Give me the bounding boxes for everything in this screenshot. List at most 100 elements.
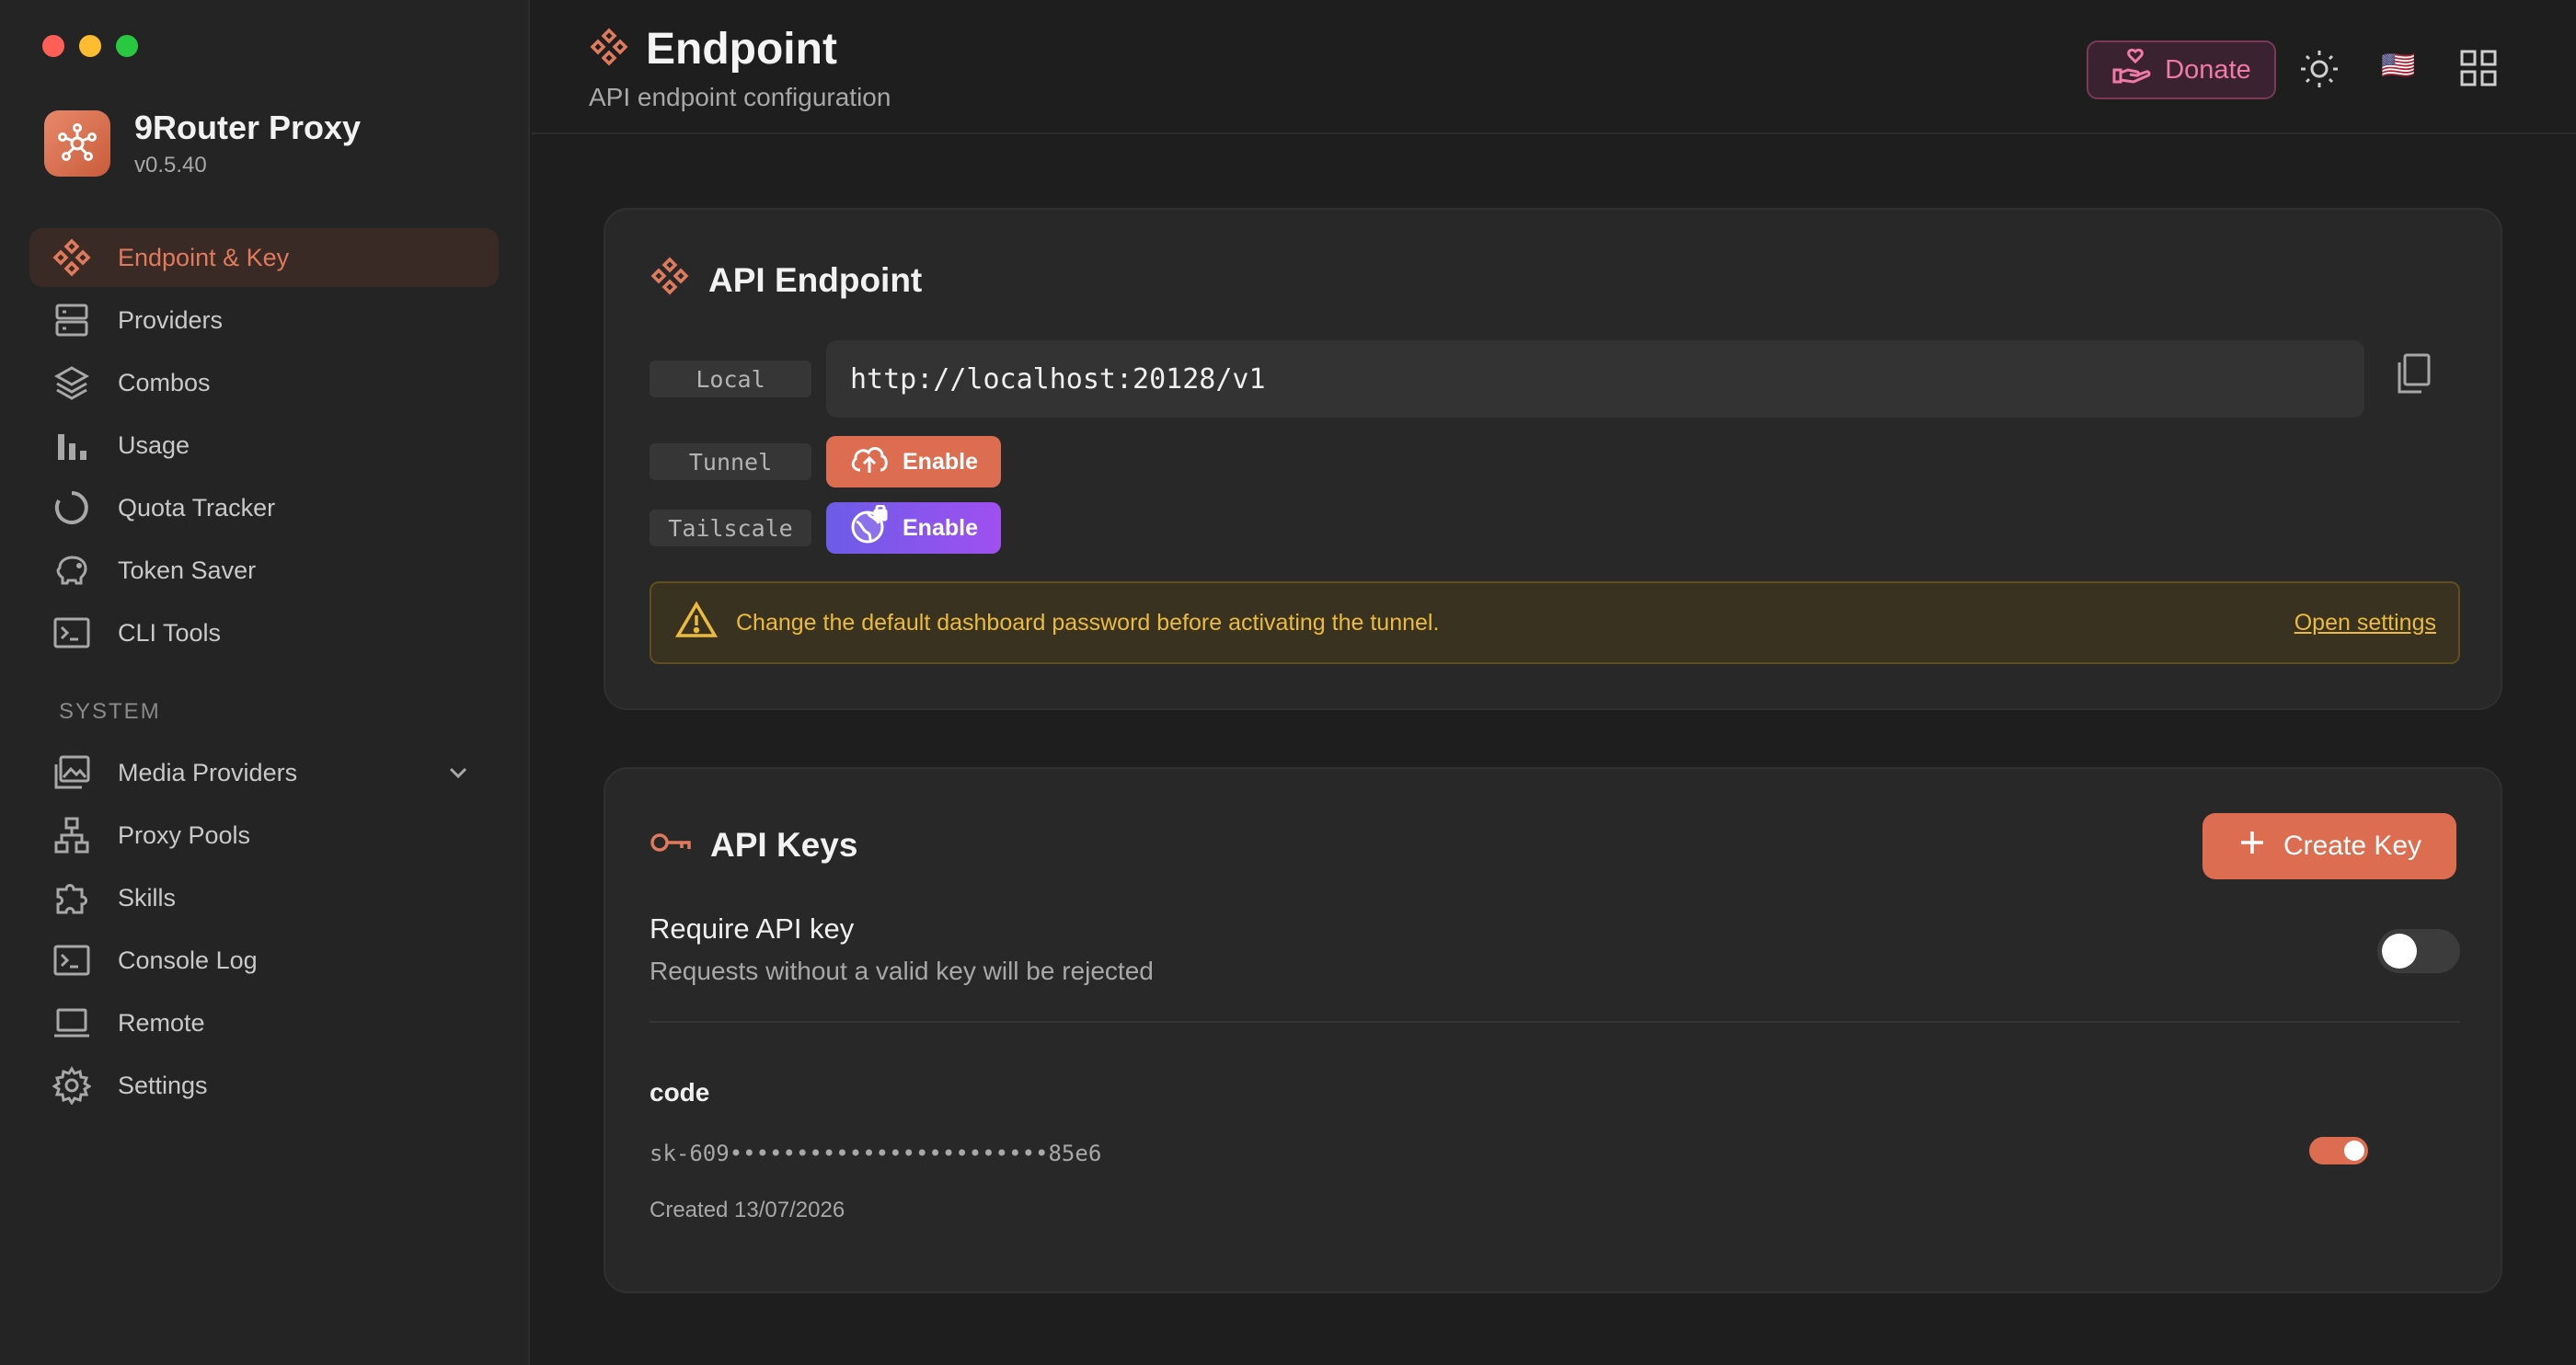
sidebar-item-label: Remote [118, 1008, 205, 1037]
endpoint-icon [650, 256, 690, 304]
sidebar-item-label: Usage [118, 430, 190, 459]
copy-icon [2394, 353, 2434, 401]
app-name: 9Router Proxy [134, 109, 362, 146]
sidebar-item-usage[interactable]: Usage [29, 416, 499, 475]
minimize-window-button[interactable] [79, 35, 101, 57]
tailscale-enable-button[interactable]: Enable [826, 502, 1001, 554]
page-subtitle: API endpoint configuration [589, 83, 891, 111]
sidebar-item-token-saver[interactable]: Token Saver [29, 541, 499, 600]
layers-icon [52, 362, 92, 403]
terminal-icon [52, 613, 92, 653]
terminal-icon [52, 940, 92, 981]
plus-icon [2237, 828, 2267, 865]
main-nav: Endpoint & Key Providers Combos Usage Qu… [29, 228, 499, 666]
divider [650, 1021, 2460, 1023]
api-endpoint-card: API Endpoint Local http://localhost:2012… [604, 208, 2502, 710]
chevron-down-icon[interactable] [445, 760, 471, 792]
create-key-label: Create Key [2283, 831, 2422, 861]
window-controls [42, 35, 138, 57]
local-url-field[interactable]: http://localhost:20128/v1 [826, 340, 2364, 418]
globe-lock-icon [849, 503, 890, 552]
sidebar-item-label: Combos [118, 368, 211, 396]
api-keys-card: API Keys Create Key Require API key Requ… [604, 767, 2502, 1293]
grid-icon [2458, 48, 2499, 93]
sidebar-item-providers[interactable]: Providers [29, 291, 499, 350]
page-header: Endpoint API endpoint configuration Dona… [532, 0, 2576, 134]
endpoint-icon [589, 27, 629, 72]
sun-icon [2298, 48, 2340, 95]
brand: 9Router Proxy v0.5.40 [44, 109, 361, 178]
sidebar-item-media-providers[interactable]: Media Providers [29, 743, 499, 802]
theme-toggle-button[interactable] [2298, 48, 2340, 95]
require-api-key-title: Require API key [650, 912, 855, 945]
key-icon [650, 826, 692, 865]
maximize-window-button[interactable] [116, 35, 138, 57]
puzzle-icon [52, 878, 92, 918]
key-name: code [650, 1078, 710, 1107]
close-window-button[interactable] [42, 35, 64, 57]
sidebar-item-label: Providers [118, 305, 224, 334]
app-logo-icon [44, 110, 110, 177]
heart-hand-icon [2111, 48, 2152, 92]
cloud-upload-icon [849, 442, 890, 482]
key-masked-value: sk-609••••••••••••••••••••••••85e6 [650, 1141, 1102, 1166]
endpoint-icon [52, 237, 92, 278]
open-settings-link[interactable]: Open settings [2294, 610, 2436, 637]
require-api-key-description: Requests without a valid key will be rej… [650, 957, 1154, 985]
sidebar-item-endpoint-key[interactable]: Endpoint & Key [29, 228, 499, 287]
sidebar-item-label: Media Providers [118, 758, 298, 786]
sidebar-item-settings[interactable]: Settings [29, 1056, 499, 1115]
sidebar-item-label: Console Log [118, 946, 258, 974]
language-flag-button[interactable]: 🇺🇸 [2381, 50, 2415, 82]
progress-ring-icon [52, 488, 92, 528]
api-keys-title-row: API Keys [650, 826, 857, 865]
sidebar-item-label: Proxy Pools [118, 820, 251, 849]
gear-icon [52, 1065, 92, 1106]
create-key-button[interactable]: Create Key [2202, 813, 2456, 879]
sidebar-item-quota-tracker[interactable]: Quota Tracker [29, 478, 499, 537]
app-version: v0.5.40 [134, 153, 207, 178]
donate-label: Donate [2165, 54, 2251, 85]
piggy-bank-icon [52, 550, 92, 591]
local-label: Local [650, 361, 811, 397]
sidebar-item-label: Quota Tracker [118, 493, 276, 522]
server-icon [52, 300, 92, 340]
tailscale-label: Tailscale [650, 510, 811, 546]
system-nav: Media Providers Proxy Pools Skills Conso… [29, 743, 499, 1118]
warning-triangle-icon [674, 601, 719, 646]
sidebar-item-label: Endpoint & Key [118, 243, 290, 271]
sidebar-item-skills[interactable]: Skills [29, 868, 499, 927]
card-title: API Endpoint [708, 260, 923, 299]
page-title-row: Endpoint [589, 24, 837, 75]
tunnel-warning-banner: Change the default dashboard password be… [650, 581, 2460, 664]
copy-url-button[interactable] [2394, 351, 2434, 402]
require-api-key-toggle[interactable] [2377, 929, 2460, 973]
tunnel-enable-label: Enable [903, 448, 978, 475]
warning-text: Change the default dashboard password be… [736, 609, 1440, 636]
laptop-icon [52, 1003, 92, 1043]
donate-button[interactable]: Donate [2087, 40, 2276, 99]
sidebar-item-label: Skills [118, 883, 177, 912]
toggle-knob [2382, 934, 2417, 969]
card-title: API Keys [710, 826, 858, 864]
apps-grid-button[interactable] [2458, 48, 2499, 93]
sidebar-item-cli-tools[interactable]: CLI Tools [29, 603, 499, 662]
sidebar-item-label: CLI Tools [118, 618, 222, 647]
tailscale-enable-label: Enable [903, 514, 978, 541]
tunnel-enable-button[interactable]: Enable [826, 436, 1001, 488]
tunnel-label: Tunnel [650, 443, 811, 480]
api-endpoint-title-row: API Endpoint [650, 256, 922, 304]
system-section-label: SYSTEM [59, 699, 161, 724]
sidebar-item-proxy-pools[interactable]: Proxy Pools [29, 806, 499, 865]
sidebar-item-label: Token Saver [118, 556, 257, 584]
sidebar-item-label: Settings [118, 1071, 208, 1099]
sidebar-item-remote[interactable]: Remote [29, 993, 499, 1052]
key-created-date: Created 13/07/2026 [650, 1198, 845, 1222]
page-title: Endpoint [646, 25, 837, 74]
network-icon [52, 815, 92, 855]
sidebar-item-combos[interactable]: Combos [29, 353, 499, 412]
key-enabled-toggle[interactable] [2309, 1137, 2368, 1164]
sidebar-item-console-log[interactable]: Console Log [29, 931, 499, 990]
bar-chart-icon [52, 425, 92, 465]
images-icon [52, 752, 92, 793]
